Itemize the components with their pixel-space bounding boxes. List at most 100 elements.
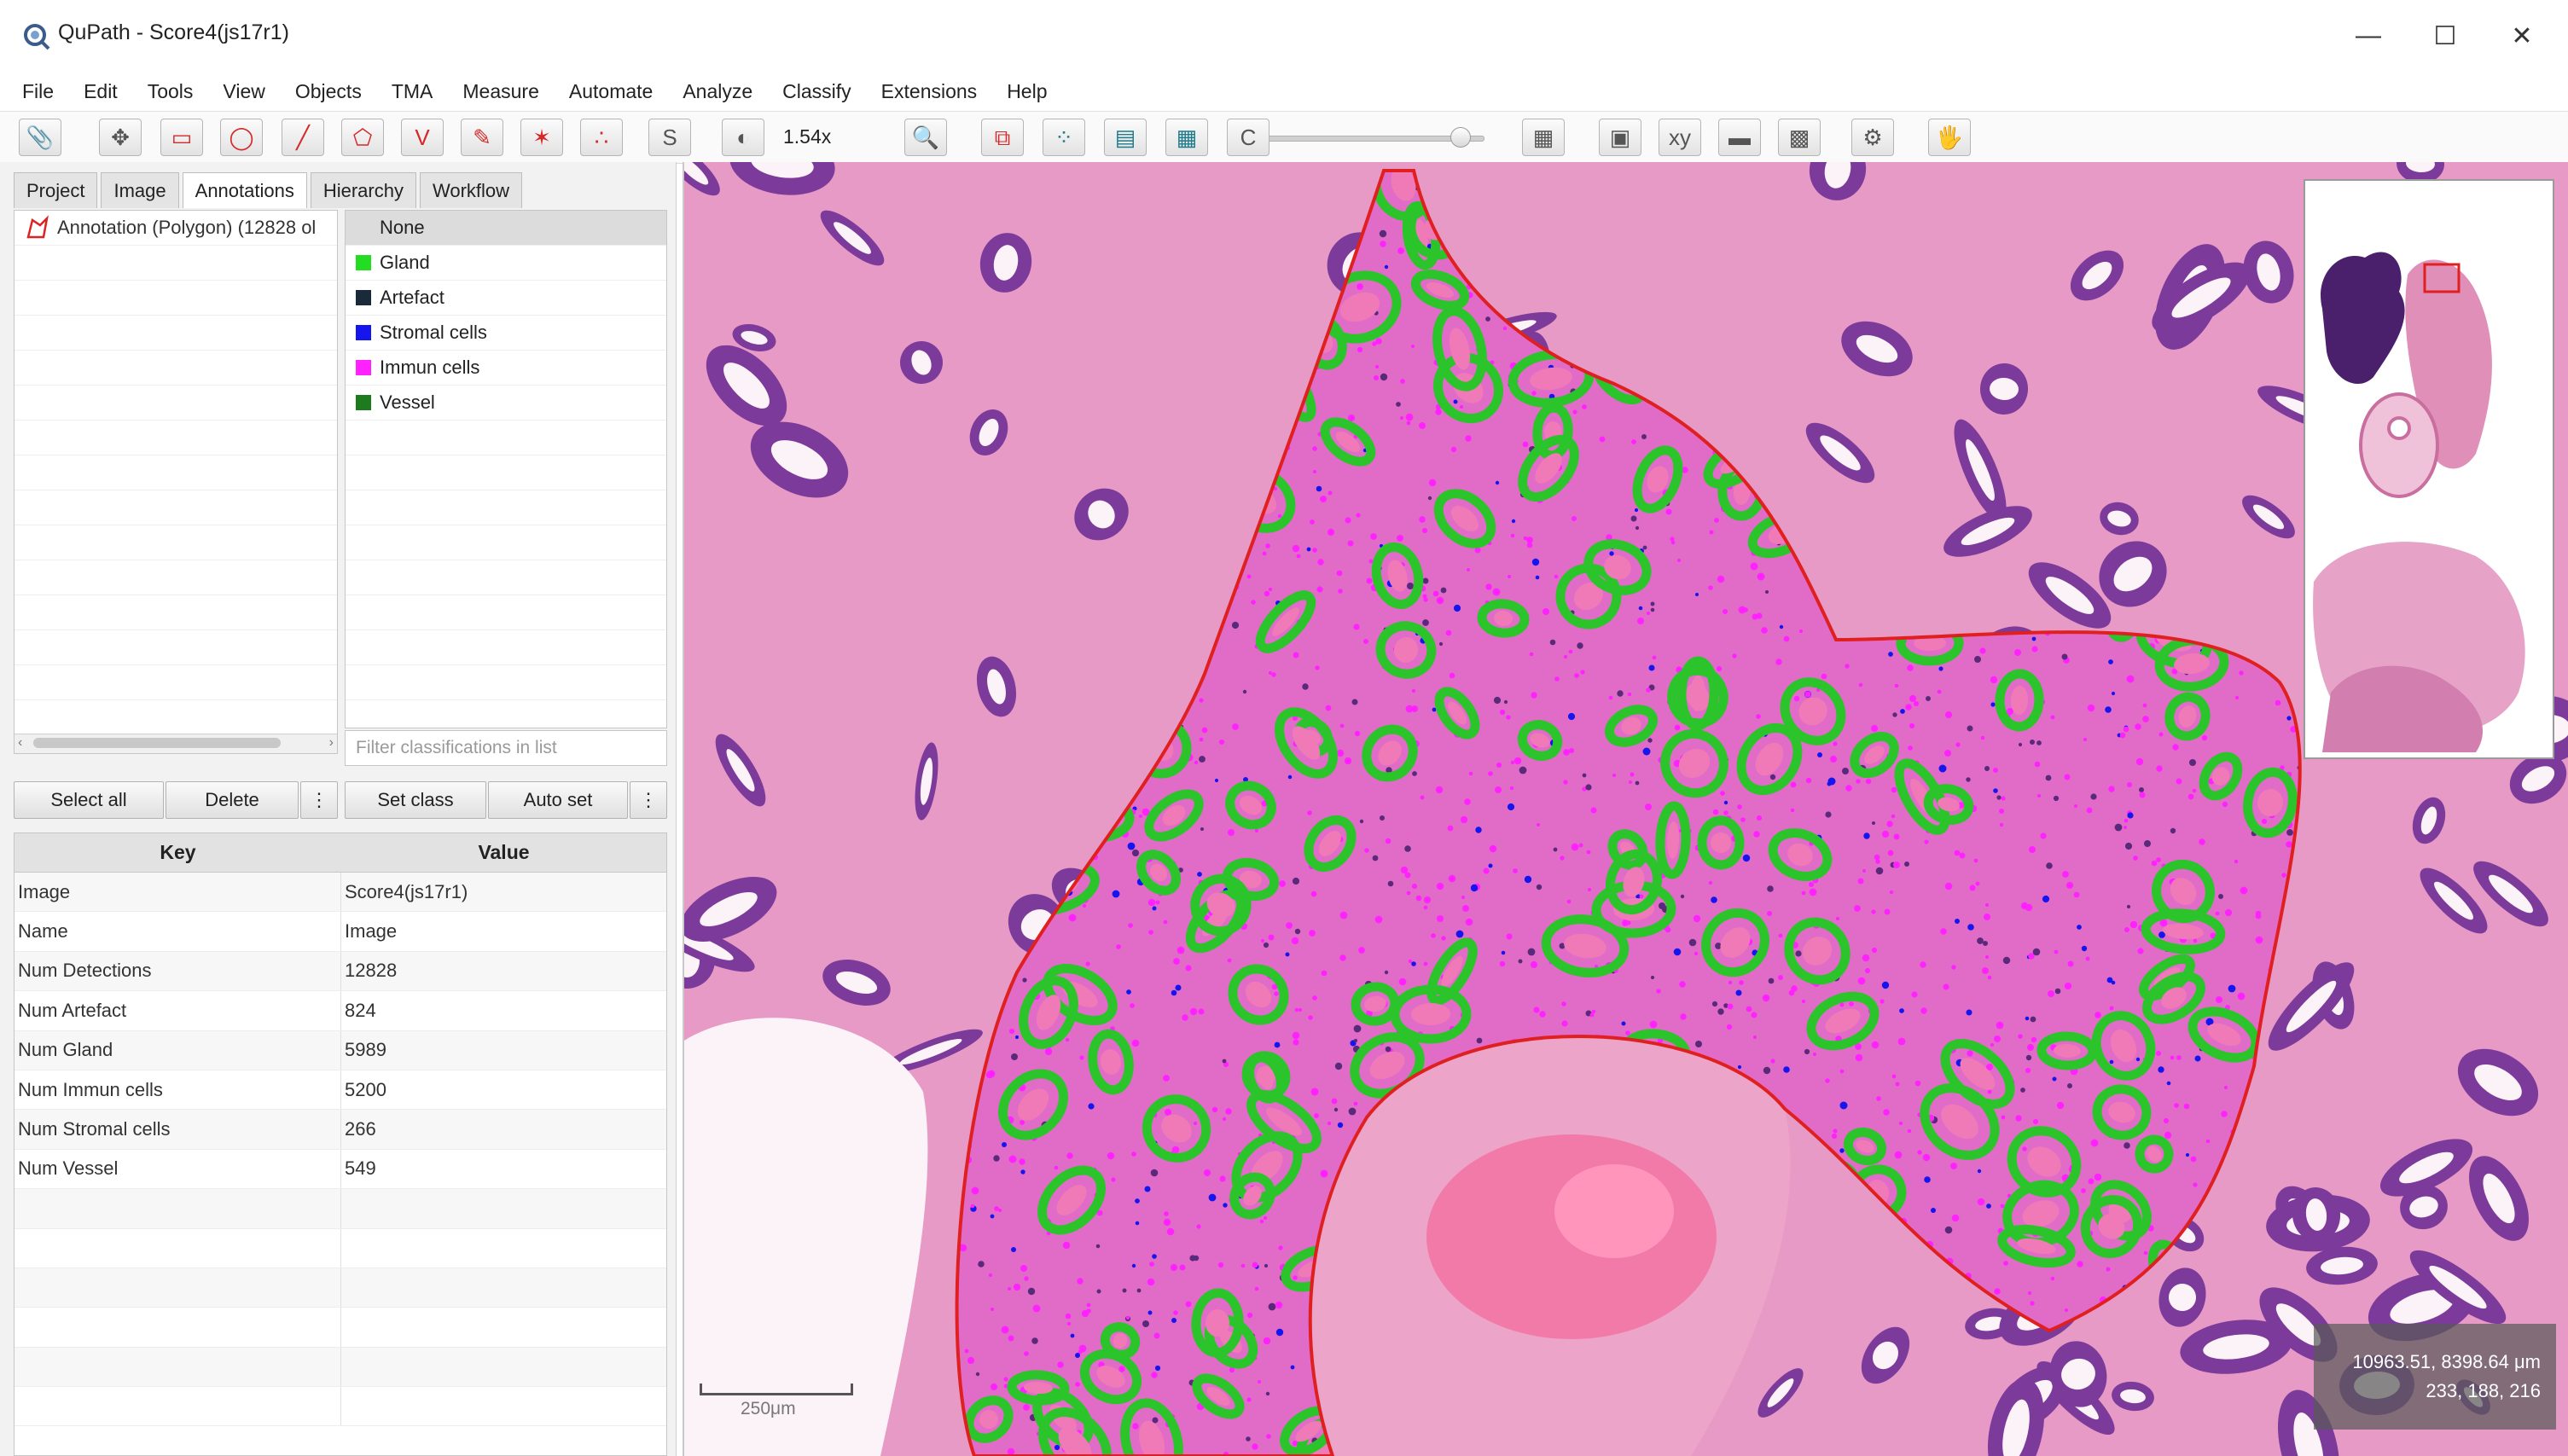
classification-artefact[interactable]: Artefact bbox=[346, 281, 666, 316]
polygon-tool-button[interactable]: ⬠ bbox=[341, 119, 384, 156]
window-title: QuPath - Score4(js17r1) bbox=[58, 20, 289, 44]
measurement-table[interactable]: Key Value Image Score4(js17r1) Name Image Nu… bbox=[14, 832, 667, 1456]
brightness-contrast-button[interactable]: ◐ bbox=[722, 119, 764, 156]
show-scalebar-button[interactable]: ▬ bbox=[1718, 119, 1761, 156]
measurement-row[interactable]: Num Immun cells 5200 bbox=[15, 1070, 666, 1111]
horizontal-scrollbar[interactable]: ‹ › bbox=[15, 734, 337, 753]
classification-filter-input[interactable] bbox=[345, 730, 667, 766]
value-column-header[interactable]: Value bbox=[341, 833, 666, 872]
measurement-key: Num Gland bbox=[15, 1030, 341, 1070]
measurement-row[interactable]: Num Detections 12828 bbox=[15, 951, 666, 992]
wand-tool-icon: ✶ bbox=[532, 125, 551, 150]
scrollbar-thumb[interactable] bbox=[33, 738, 281, 748]
maximize-button[interactable]: ☐ bbox=[2414, 10, 2476, 61]
scroll-right-icon[interactable]: › bbox=[329, 735, 334, 751]
delete-button[interactable]: Delete bbox=[166, 781, 299, 819]
annotation-list[interactable]: Annotation (Polygon) (12828 ol ‹ › bbox=[14, 210, 338, 754]
set-class-button[interactable]: Set class bbox=[345, 781, 486, 819]
classification-none[interactable]: None bbox=[346, 211, 666, 246]
tissue-image[interactable] bbox=[684, 162, 2568, 1456]
tab-workflow[interactable]: Workflow bbox=[419, 172, 523, 208]
classification-immun-cells[interactable]: Immun cells bbox=[346, 351, 666, 386]
menu-view[interactable]: View bbox=[223, 80, 264, 103]
classification-gland[interactable]: Gland bbox=[346, 246, 666, 281]
close-button[interactable]: ✕ bbox=[2491, 10, 2553, 61]
menu-analyze[interactable]: Analyze bbox=[683, 80, 752, 103]
menu-edit[interactable]: Edit bbox=[84, 80, 118, 103]
measurement-row[interactable]: Num Artefact 824 bbox=[15, 991, 666, 1031]
measurement-value: 549 bbox=[345, 1157, 376, 1180]
class-color-swatch bbox=[356, 325, 371, 340]
menu-file[interactable]: File bbox=[22, 80, 54, 103]
tab-annotations[interactable]: Annotations bbox=[182, 172, 307, 208]
empty-list-row bbox=[15, 630, 337, 665]
show-detections-button[interactable]: ▤ bbox=[1104, 119, 1147, 156]
line-tool-button[interactable]: ╱ bbox=[282, 119, 324, 156]
polyline-tool-button[interactable]: V bbox=[401, 119, 444, 156]
rectangle-tool-button[interactable]: ▭ bbox=[160, 119, 203, 156]
classification-label: Vessel bbox=[380, 392, 435, 413]
wand-tool-button[interactable]: ✶ bbox=[520, 119, 563, 156]
menu-tools[interactable]: Tools bbox=[148, 80, 194, 103]
overview-thumbnail[interactable] bbox=[2304, 179, 2554, 759]
title-bar: QuPath - Score4(js17r1) — ☐ ✕ bbox=[0, 0, 2568, 72]
menu-extensions[interactable]: Extensions bbox=[881, 80, 978, 103]
pin-tool-button[interactable]: 📎 bbox=[19, 119, 61, 156]
show-scalebar-icon: ▬ bbox=[1728, 125, 1751, 150]
measurement-row[interactable]: Image Score4(js17r1) bbox=[15, 873, 666, 913]
classification-vessel[interactable]: Vessel bbox=[346, 386, 666, 421]
measurement-row[interactable]: Num Stromal cells 266 bbox=[15, 1110, 666, 1150]
measurement-row[interactable]: Num Gland 5989 bbox=[15, 1030, 666, 1070]
auto-set-button[interactable]: Auto set bbox=[488, 781, 628, 819]
annotation-options-button[interactable]: ⋮ bbox=[300, 781, 338, 819]
classification-stromal-cells[interactable]: Stromal cells bbox=[346, 316, 666, 351]
image-viewer[interactable]: 250μm 10963.51, 8398.64 μm 233, 188, 216 bbox=[683, 162, 2568, 1456]
zoom-level: 1.54x bbox=[783, 125, 832, 148]
select-all-button[interactable]: Select all bbox=[14, 781, 164, 819]
menu-measure[interactable]: Measure bbox=[462, 80, 538, 103]
annotation-list-item[interactable]: Annotation (Polygon) (12828 ol bbox=[15, 211, 337, 246]
menu-classify[interactable]: Classify bbox=[782, 80, 851, 103]
zoom-to-fit-button[interactable]: 🔍 bbox=[904, 119, 947, 156]
measurement-key: Num Vessel bbox=[15, 1149, 341, 1189]
measurement-row[interactable]: Num Vessel 549 bbox=[15, 1149, 666, 1190]
measurement-row[interactable]: Name Image bbox=[15, 912, 666, 952]
opacity-slider-thumb[interactable] bbox=[1450, 127, 1471, 148]
tab-image[interactable]: Image bbox=[101, 172, 179, 208]
show-connections-button[interactable]: C bbox=[1227, 119, 1269, 156]
menu-automate[interactable]: Automate bbox=[569, 80, 653, 103]
tab-hierarchy[interactable]: Hierarchy bbox=[310, 172, 416, 208]
points-tool-button[interactable]: ∴ bbox=[580, 119, 623, 156]
key-column-header[interactable]: Key bbox=[15, 833, 341, 872]
measurement-value: 5989 bbox=[345, 1039, 386, 1061]
cursor-coordinates: 10963.51, 8398.64 μm bbox=[2352, 1351, 2541, 1372]
minimize-button[interactable]: — bbox=[2338, 10, 2399, 61]
class-options-button[interactable]: ⋮ bbox=[630, 781, 667, 819]
classification-list[interactable]: None Gland Artefact Stromal cells Immun cel… bbox=[345, 210, 667, 728]
brush-tool-button[interactable]: ✎ bbox=[461, 119, 503, 156]
menu-objects[interactable]: Objects bbox=[295, 80, 362, 103]
show-counting-grid-button[interactable]: ▩ bbox=[1778, 119, 1821, 156]
fill-detections-button[interactable]: ▦ bbox=[1165, 119, 1208, 156]
menu-tma[interactable]: TMA bbox=[392, 80, 433, 103]
show-annotations-button[interactable]: ⧉ bbox=[981, 119, 1024, 156]
show-grid-button[interactable]: ▦ bbox=[1522, 119, 1565, 156]
move-tool-button[interactable]: ✥ bbox=[99, 119, 142, 156]
empty-list-row bbox=[346, 665, 666, 700]
tab-project[interactable]: Project bbox=[14, 172, 98, 208]
show-tma-grid-button[interactable]: ⁘ bbox=[1043, 119, 1085, 156]
measurement-map-button[interactable]: 🖐 bbox=[1928, 119, 1971, 156]
empty-list-row bbox=[15, 665, 337, 700]
ellipse-tool-button[interactable]: ◯ bbox=[220, 119, 263, 156]
settings-button[interactable]: ⚙ bbox=[1851, 119, 1894, 156]
empty-table-row bbox=[15, 1387, 666, 1427]
pin-tool-icon: 📎 bbox=[26, 125, 55, 150]
selection-mode-button[interactable]: S bbox=[648, 119, 691, 156]
scroll-left-icon[interactable]: ‹ bbox=[18, 735, 22, 751]
class-color-swatch bbox=[356, 395, 371, 410]
ellipse-tool-icon: ◯ bbox=[229, 125, 254, 150]
menu-help[interactable]: Help bbox=[1007, 80, 1047, 103]
show-overview-icon: ▣ bbox=[1609, 125, 1631, 150]
show-overview-button[interactable]: ▣ bbox=[1599, 119, 1641, 156]
show-cursor-location-button[interactable]: xy bbox=[1659, 119, 1701, 156]
